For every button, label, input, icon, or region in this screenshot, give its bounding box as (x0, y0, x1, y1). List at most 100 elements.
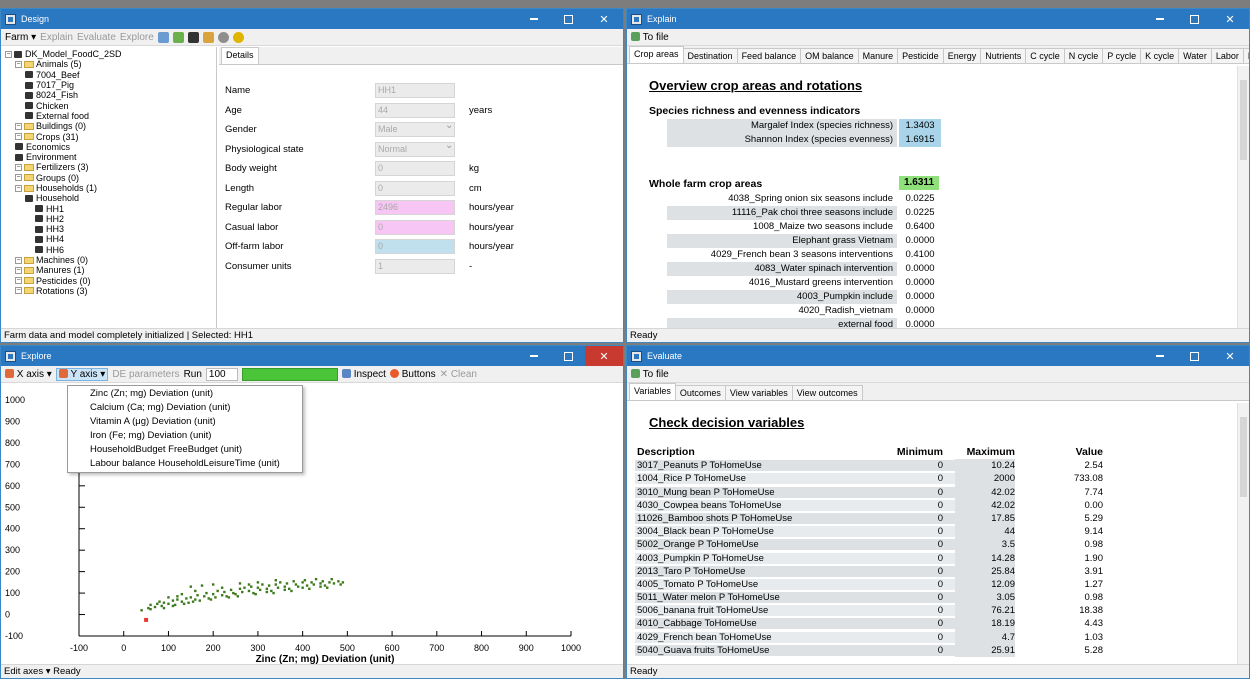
tab-details[interactable]: Details (221, 47, 259, 64)
expand-icon[interactable]: − (15, 122, 22, 130)
tab-view-variables[interactable]: View variables (724, 385, 793, 400)
detail-field[interactable]: Male (375, 122, 455, 137)
tree-item[interactable]: HH6 (1, 245, 216, 255)
tree-item[interactable]: − Fertilizers (3) (1, 162, 216, 172)
tree-item[interactable]: − Animals (5) (1, 59, 216, 69)
tree-item[interactable]: HH3 (1, 224, 216, 234)
explain-titlebar[interactable]: Explain ✕ (627, 9, 1249, 29)
detail-field[interactable]: 2496 (375, 200, 455, 215)
tab-k-cycle[interactable]: K cycle (1140, 48, 1180, 63)
explain-scrollbar[interactable] (1237, 66, 1249, 328)
maximize-button[interactable] (551, 9, 585, 29)
expand-icon[interactable]: − (5, 50, 12, 58)
design-titlebar[interactable]: Design ✕ (1, 9, 623, 29)
tree-item[interactable]: − Manures (1) (1, 265, 216, 275)
buttons-button[interactable]: Buttons (389, 369, 436, 380)
info-icon[interactable] (232, 31, 244, 43)
tab-view-outcomes[interactable]: View outcomes (791, 385, 863, 400)
detail-field[interactable]: 0 (375, 239, 455, 254)
to-file-button[interactable]: To file (631, 32, 669, 43)
tree-item[interactable]: HH4 (1, 234, 216, 244)
expand-icon[interactable]: − (15, 174, 22, 182)
run-button[interactable]: Run (184, 369, 202, 380)
detail-field[interactable]: 44 (375, 102, 455, 118)
expand-icon[interactable]: − (15, 60, 22, 68)
inspect-button[interactable]: Inspect (341, 369, 386, 380)
tree-item[interactable]: − Machines (0) (1, 255, 216, 265)
detail-field[interactable]: 0 (375, 180, 455, 196)
maximize-button[interactable] (551, 346, 585, 366)
y-axis-option[interactable]: Zinc (Zn; mg) Deviation (unit) (68, 387, 302, 401)
expand-icon[interactable]: − (15, 287, 22, 295)
tree-item[interactable]: − Buildings (0) (1, 121, 216, 131)
tree-item[interactable]: Environment (1, 152, 216, 162)
tab-water[interactable]: Water (1178, 48, 1212, 63)
y-axis-option[interactable]: Calcium (Ca; mg) Deviation (unit) (68, 401, 302, 415)
tree-item[interactable]: External food (1, 111, 216, 121)
farm-menu[interactable]: Farm ▾ (5, 32, 36, 43)
tab-energy[interactable]: Energy (942, 48, 982, 63)
undo-icon[interactable] (202, 31, 214, 43)
tab-p-cycle[interactable]: P cycle (1102, 48, 1142, 63)
y-axis-option[interactable]: Vitamin A (μg) Deviation (unit) (68, 415, 302, 429)
evaluate-titlebar[interactable]: Evaluate ✕ (627, 346, 1249, 366)
grid-icon[interactable] (157, 31, 169, 43)
camera-icon[interactable] (187, 31, 199, 43)
maximize-button[interactable] (1177, 346, 1211, 366)
minimize-button[interactable] (517, 9, 551, 29)
detail-field[interactable]: 0 (375, 161, 455, 176)
x-axis-menu[interactable]: X axis ▾ (5, 369, 52, 380)
detail-field[interactable]: Normal (375, 141, 455, 157)
tree-item[interactable]: Chicken (1, 100, 216, 111)
to-file-button[interactable]: To file (631, 369, 669, 380)
tree-item[interactable]: − Rotations (3) (1, 286, 216, 296)
tab-c-cycle[interactable]: C cycle (1025, 48, 1065, 63)
close-button[interactable]: ✕ (1211, 9, 1249, 29)
settings-icon[interactable] (172, 31, 184, 43)
y-axis-option[interactable]: Iron (Fe; mg) Deviation (unit) (68, 429, 302, 443)
tab-om-balance[interactable]: OM balance (800, 48, 859, 63)
explain-button[interactable]: Explain (40, 32, 73, 43)
tree-item[interactable]: Household (1, 193, 216, 203)
detail-field[interactable]: 0 (375, 219, 455, 235)
tab-nutrients[interactable]: Nutrients (980, 48, 1027, 63)
explore-button[interactable]: Explore (120, 32, 154, 43)
y-axis-option[interactable]: HouseholdBudget FreeBudget (unit) (68, 443, 302, 457)
tab-pr[interactable]: Pr (1242, 48, 1249, 63)
tree-item[interactable]: − DK_Model_FoodC_2SD (1, 49, 216, 59)
tree-item[interactable]: 8024_Fish (1, 90, 216, 100)
tree-item[interactable]: − Pesticides (0) (1, 276, 216, 286)
expand-icon[interactable]: − (15, 133, 22, 141)
tab-manure[interactable]: Manure (857, 48, 899, 63)
close-button[interactable]: ✕ (585, 346, 623, 366)
tab-crop-areas[interactable]: Crop areas (629, 46, 684, 63)
detail-field[interactable]: HH1 (375, 83, 455, 98)
expand-icon[interactable]: − (15, 184, 22, 192)
tab-labor[interactable]: Labor (1210, 48, 1244, 63)
expand-icon[interactable]: − (15, 163, 22, 171)
de-parameters-button[interactable]: DE parameters (112, 369, 179, 380)
evaluate-scrollbar[interactable] (1237, 403, 1249, 664)
tab-pesticide[interactable]: Pesticide (897, 48, 944, 63)
tree-item[interactable]: − Groups (0) (1, 173, 216, 183)
tree-item[interactable]: − Households (1) (1, 183, 216, 193)
close-button[interactable]: ✕ (1211, 346, 1249, 366)
edit-axes-menu[interactable]: Edit axes ▾ (4, 666, 51, 677)
close-button[interactable]: ✕ (585, 9, 623, 29)
evaluate-button[interactable]: Evaluate (77, 32, 116, 43)
tree-item[interactable]: HH1 (1, 203, 216, 214)
tab-feed-balance[interactable]: Feed balance (736, 48, 802, 63)
tree-item[interactable]: HH2 (1, 214, 216, 224)
expand-icon[interactable]: − (15, 266, 22, 274)
maximize-button[interactable] (1177, 9, 1211, 29)
tree-item[interactable]: Economics (1, 142, 216, 152)
minimize-button[interactable] (1143, 346, 1177, 366)
tree-item[interactable]: 7017_Pig (1, 80, 216, 90)
explore-titlebar[interactable]: Explore ✕ (1, 346, 623, 366)
search-icon[interactable] (217, 31, 229, 43)
tree-item[interactable]: 7004_Beef (1, 70, 216, 80)
tab-variables[interactable]: Variables (629, 383, 676, 400)
run-input[interactable]: 100 (205, 367, 238, 381)
tab-n-cycle[interactable]: N cycle (1063, 48, 1104, 63)
detail-field[interactable]: 1 (375, 258, 455, 274)
